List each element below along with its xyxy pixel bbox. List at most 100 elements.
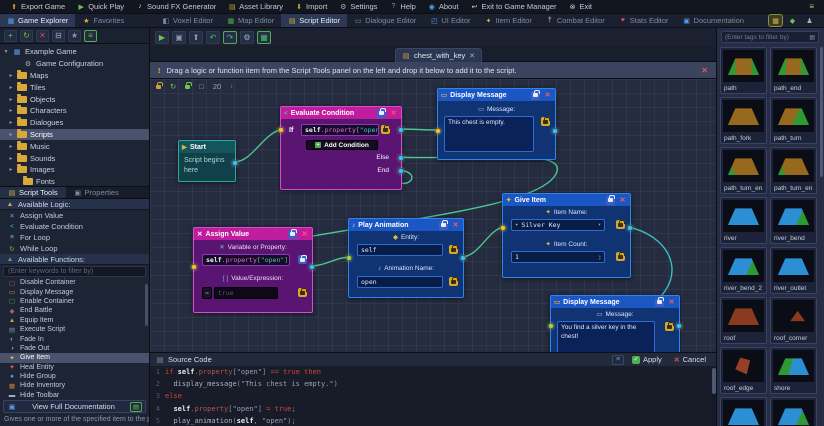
start-node[interactable]: ▶ Start Script begins here	[178, 140, 236, 182]
count-stepper[interactable]: ▴▾	[599, 254, 601, 261]
tree-item[interactable]: ⚙ Game Configuration	[0, 58, 149, 70]
lock-node-button[interactable]	[377, 109, 386, 118]
logic-item[interactable]: ↻ While Loop	[0, 243, 149, 254]
lock-node-button[interactable]	[655, 298, 664, 307]
tab-properties[interactable]: ▣ Properties	[66, 187, 127, 198]
tree-item[interactable]: ▸ Music	[0, 140, 149, 152]
canvas-toolbar-button[interactable]: ▦	[257, 31, 271, 44]
item-count-input[interactable]: 1 ▴▾	[511, 251, 605, 263]
asset-tile[interactable]: roof_corner	[770, 297, 817, 344]
script-file-tab[interactable]: ▤ chest_with_key ✕	[395, 48, 482, 62]
asset-tile[interactable]: shore	[770, 347, 817, 394]
display-message-node[interactable]: ▭ Display Message ✕ ▭ Message: You find …	[550, 295, 680, 352]
entity-lock-icon[interactable]	[156, 85, 161, 89]
grid-cell-icon[interactable]: □	[199, 82, 204, 91]
function-item[interactable]: ✦ Give Item	[0, 353, 149, 362]
expand-arrow-icon[interactable]: ▸	[8, 143, 14, 150]
asset-tile[interactable]: roof	[720, 297, 767, 344]
tree-toolbar-button[interactable]: ⊟	[52, 30, 65, 42]
menu-item[interactable]: ▤ Asset Library	[222, 0, 289, 13]
editor-tab[interactable]: ◰ UI Editor	[423, 14, 477, 27]
add-condition-button[interactable]: + Add Condition	[306, 140, 378, 150]
expand-arrow-icon[interactable]: ▸	[8, 166, 14, 173]
canvas-toolbar-button[interactable]: ⚙	[240, 31, 254, 44]
tree-toolbar-button[interactable]: ★	[68, 30, 81, 42]
input-port[interactable]	[548, 323, 554, 329]
refresh-icon[interactable]: ↻	[170, 82, 176, 91]
output-port[interactable]	[460, 255, 466, 261]
entity-input[interactable]: self	[357, 244, 443, 256]
message-text-input[interactable]: You find a silver key in the chest!	[557, 321, 655, 352]
input-port[interactable]	[191, 264, 197, 270]
canvas-toolbar-button[interactable]: ↷	[223, 31, 237, 44]
asset-tile[interactable]: path_end	[770, 47, 817, 94]
apply-button[interactable]: ✓ Apply	[628, 355, 666, 364]
format-code-icon[interactable]: ≡	[612, 355, 624, 365]
canvas-toolbar-button[interactable]: ⬆	[189, 31, 203, 44]
lock-node-button[interactable]	[606, 196, 615, 205]
asset-tile[interactable]: river_bend	[770, 197, 817, 244]
menu-item[interactable]: ⬆ Export Game	[4, 0, 71, 13]
expand-arrow-icon[interactable]: ▸	[8, 72, 14, 79]
function-item[interactable]: ◑ Fade Out	[0, 344, 149, 353]
canvas-toolbar-button[interactable]: ▶	[155, 31, 169, 44]
display-message-node[interactable]: ▭ Display Message ✕ ▭ Message: This ches…	[437, 88, 556, 160]
message-text-input[interactable]: This chest is empty.	[444, 116, 534, 152]
expand-arrow-icon[interactable]: ▸	[8, 84, 14, 91]
delete-node-button[interactable]: ✕	[300, 230, 309, 239]
else-output-port[interactable]	[398, 155, 404, 161]
input-port[interactable]	[435, 128, 441, 134]
tree-toolbar-button[interactable]: ✕	[36, 30, 49, 42]
function-item[interactable]: ● Hide Group	[0, 372, 149, 381]
dismiss-hint-icon[interactable]: ✕	[701, 66, 708, 75]
function-item[interactable]: ♥ Heal Entity	[0, 363, 149, 372]
toolbar-icon-button[interactable]: ♟	[803, 15, 816, 26]
menu-item[interactable]: ⊗ Exit	[563, 0, 599, 13]
source-code-editor[interactable]: 1 if self.property["open"] == true then …	[150, 366, 711, 426]
expand-arrow-icon[interactable]: ▸	[8, 119, 14, 126]
logic-item[interactable]: < Evaluate Condition	[0, 221, 149, 232]
lock-node-button[interactable]	[531, 91, 540, 100]
function-item[interactable]: ▬ Hide Toolbar	[0, 391, 149, 399]
asset-tile[interactable]: river	[720, 197, 767, 244]
lock-field-button[interactable]	[449, 277, 458, 286]
function-list-scrollbar[interactable]	[145, 284, 148, 326]
function-item[interactable]: ◐ Fade In	[0, 334, 149, 343]
tree-toolbar-button[interactable]: ↻	[20, 30, 33, 42]
editor-tab[interactable]: ▭ Dialogue Editor	[347, 14, 423, 27]
cancel-button[interactable]: ✕ Cancel	[670, 355, 710, 364]
tree-item[interactable]: ▸ Tiles	[0, 81, 149, 93]
close-tab-icon[interactable]: ✕	[469, 52, 475, 60]
menu-item[interactable]: ♪ Sound FX Generator	[130, 0, 222, 13]
lock-field-button[interactable]	[616, 252, 625, 261]
function-item[interactable]: ◆ End Battle	[0, 306, 149, 315]
canvas-toolbar-button[interactable]: ▣	[172, 31, 186, 44]
function-item[interactable]: ▲ Equip Item	[0, 316, 149, 325]
function-item[interactable]: ▢ Enable Container	[0, 297, 149, 306]
expand-arrow-icon[interactable]: ▸	[8, 96, 14, 103]
tree-item[interactable]: ▾ ▦ Example Game	[0, 46, 149, 58]
grid-size-stepper[interactable]: ↕	[230, 84, 233, 90]
editor-tab[interactable]: ✦ Item Editor	[478, 14, 539, 27]
delete-node-button[interactable]: ✕	[667, 298, 676, 307]
editor-tab[interactable]: ▣ Documentation	[676, 14, 751, 27]
tree-toolbar-button[interactable]: ≡	[84, 30, 97, 42]
lock-field-button[interactable]	[298, 288, 307, 297]
lock-node-button[interactable]	[288, 230, 297, 239]
tree-item[interactable]: ▸ Sounds	[0, 152, 149, 164]
canvas-toolbar-button[interactable]: ↶	[206, 31, 220, 44]
workspace-tab[interactable]: ★ Favorites	[75, 14, 131, 27]
menu-item[interactable]: ? Help	[383, 0, 421, 13]
delete-node-button[interactable]: ✕	[389, 109, 398, 118]
output-port[interactable]	[309, 264, 315, 270]
asset-tile[interactable]: path_turn	[770, 97, 817, 144]
snap-lock-icon[interactable]	[185, 85, 190, 89]
value-input[interactable]: true	[214, 287, 278, 299]
function-filter-input[interactable]: (Enter keywords to filter by)	[3, 266, 146, 277]
editor-tab[interactable]: † Combat Editor	[539, 14, 612, 27]
item-name-select[interactable]: ✦ Silver Key ▾	[511, 219, 605, 231]
lock-node-button[interactable]	[439, 221, 448, 230]
menu-item[interactable]: ⚙ Settings	[333, 0, 383, 13]
variable-input[interactable]: self.property["open"]	[202, 254, 290, 266]
output-port[interactable]	[232, 160, 238, 166]
